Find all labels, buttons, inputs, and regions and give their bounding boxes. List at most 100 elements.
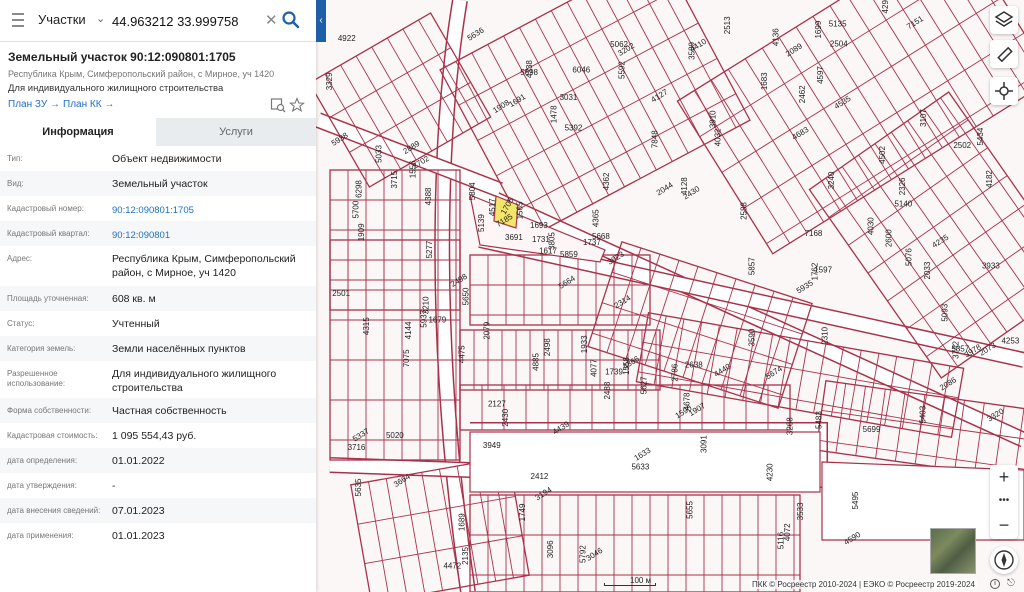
share-icon[interactable]: ⎋	[1007, 578, 1015, 589]
parcel-label: 4338	[525, 60, 534, 78]
parcel-label: 5135	[829, 19, 847, 28]
parcel-label: 2412	[531, 472, 549, 481]
attribute-value: -	[112, 480, 116, 492]
parcel-label: 2588	[740, 202, 749, 220]
parcel-label: 3533	[796, 502, 805, 520]
more-button[interactable]: •••	[990, 489, 1018, 513]
parcel-label: 1683	[760, 72, 769, 90]
attribute-key: дата определения:	[7, 456, 78, 465]
parcel-label: 2326	[898, 177, 907, 195]
parcel-boundary	[598, 0, 689, 154]
parcel-label: 4072	[783, 523, 792, 541]
basemap-switcher[interactable]	[930, 528, 976, 574]
layers-icon	[994, 11, 1014, 27]
parcel-block-outline	[308, 12, 492, 188]
attribute-row: Тип: Объект недвижимости	[0, 146, 316, 171]
attribute-value-link[interactable]: 90:12:090801	[112, 229, 308, 243]
parcel-label: 5076	[905, 248, 914, 266]
parcel-block	[676, 0, 1024, 255]
parcel-label: 3910	[709, 110, 718, 128]
attribute-value: Объект недвижимости	[112, 153, 222, 165]
object-type-label: Участки	[38, 12, 86, 27]
search-input[interactable]	[112, 9, 262, 33]
parcel-label: 2079	[483, 321, 492, 339]
object-purpose: Для индивидуального жилищного строительс…	[8, 83, 224, 94]
attribute-value: Учтенный	[112, 318, 160, 330]
parcel-label: 4517	[488, 198, 497, 216]
layers-button[interactable]	[990, 6, 1018, 34]
attribute-row: Кадастровая стоимость: 1 095 554,43 руб.	[0, 423, 316, 448]
collapse-panel-button[interactable]: ‹	[316, 0, 326, 42]
attribute-value-link[interactable]: 90:12:090801:1705	[112, 204, 308, 218]
parcel-boundary	[357, 495, 516, 525]
attribute-value: Частная собственность	[112, 405, 227, 417]
parcel-boundary	[894, 391, 906, 462]
parcel-label: 2786	[671, 363, 680, 381]
parcel-label: 1739	[605, 367, 623, 376]
attribute-key: Площадь уточненная:	[7, 294, 89, 303]
favorite-button[interactable]	[288, 97, 306, 113]
parcel-label: 3949	[483, 441, 501, 450]
parcel-label: 5633	[631, 462, 649, 471]
parcel-label: 4230	[765, 463, 774, 481]
tab-info[interactable]: Информация	[0, 118, 156, 146]
parcel-boundary	[706, 325, 720, 395]
parcel-block	[308, 12, 492, 188]
parcel-label: 1749	[518, 503, 527, 521]
parcel-label: 1478	[550, 105, 559, 123]
parcel-label: 4885	[531, 353, 540, 371]
parcel-label: 2498	[543, 338, 552, 356]
parcel-label: 4362	[602, 172, 611, 190]
menu-button[interactable]	[6, 9, 30, 33]
clear-icon[interactable]: ✕	[265, 11, 278, 29]
parcel-label: 2504	[830, 40, 848, 49]
parcel-label: 5792	[578, 545, 587, 563]
parcel-label: 5277	[425, 240, 434, 258]
parcel-label: 5627	[639, 376, 648, 394]
attribute-row: дата применения: 01.01.2023	[0, 523, 316, 548]
parcel-label: 2513	[723, 16, 732, 34]
parcel-label: 3091	[699, 435, 708, 453]
attribute-row: Статус: Учтенный	[0, 311, 316, 336]
search-bar: Участки ⌄ ✕	[0, 0, 316, 42]
attribute-key: Тип:	[7, 154, 23, 163]
parcel-label: 4032	[713, 128, 722, 146]
object-title: Земельный участок 90:12:090801:1705	[8, 50, 236, 64]
parcel-label: 5434	[976, 127, 985, 145]
parcel-label: 7075	[402, 349, 411, 367]
tab-services[interactable]: Услуги	[156, 118, 316, 146]
object-type-select[interactable]: Участки ⌄	[38, 12, 106, 30]
parcel-label: 1691	[507, 92, 527, 109]
zoom-in-button[interactable]: +	[990, 465, 1018, 489]
parcel-label: 5699	[863, 425, 881, 434]
parcel-label: 3329	[325, 72, 334, 90]
attribute-row: Площадь уточненная: 608 кв. м	[0, 286, 316, 311]
zoom-out-button[interactable]: −	[990, 513, 1018, 537]
plan-kk-link[interactable]: План КК →	[63, 99, 114, 110]
attribute-key: Форма собственности:	[7, 406, 92, 415]
attribute-row: Категория земель: Земли населённых пункто…	[0, 336, 316, 361]
parcel-label: 3590	[748, 328, 757, 346]
parcel-label: 2501	[332, 289, 350, 298]
parcel-label: 5357	[951, 345, 969, 354]
parcel-label: 5093	[940, 303, 949, 321]
parcel-label: 3107	[919, 109, 928, 127]
parcel-label: 5859	[560, 250, 578, 259]
parcel-label: 1699	[814, 20, 823, 38]
attribute-value: 608 кв. м	[112, 293, 156, 305]
search-button[interactable]	[280, 8, 302, 32]
parcel-label: 2462	[798, 85, 807, 103]
compass-button[interactable]	[990, 546, 1018, 574]
measure-button[interactable]	[990, 40, 1018, 68]
plan-zu-link[interactable]: План ЗУ →	[8, 99, 60, 110]
locate-on-map-button[interactable]	[270, 97, 286, 113]
parcel-label: 4030	[867, 217, 876, 235]
attribute-key: Кадастровый номер:	[7, 204, 84, 213]
parcel-boundary	[421, 472, 443, 591]
attribute-key: Статус:	[7, 319, 35, 328]
info-icon[interactable]: i	[990, 579, 1000, 589]
parcel-boundary	[368, 481, 390, 592]
geolocation-button[interactable]	[990, 77, 1018, 105]
parcel-boundary	[890, 131, 1024, 321]
parcel-label: 2498	[449, 272, 469, 289]
